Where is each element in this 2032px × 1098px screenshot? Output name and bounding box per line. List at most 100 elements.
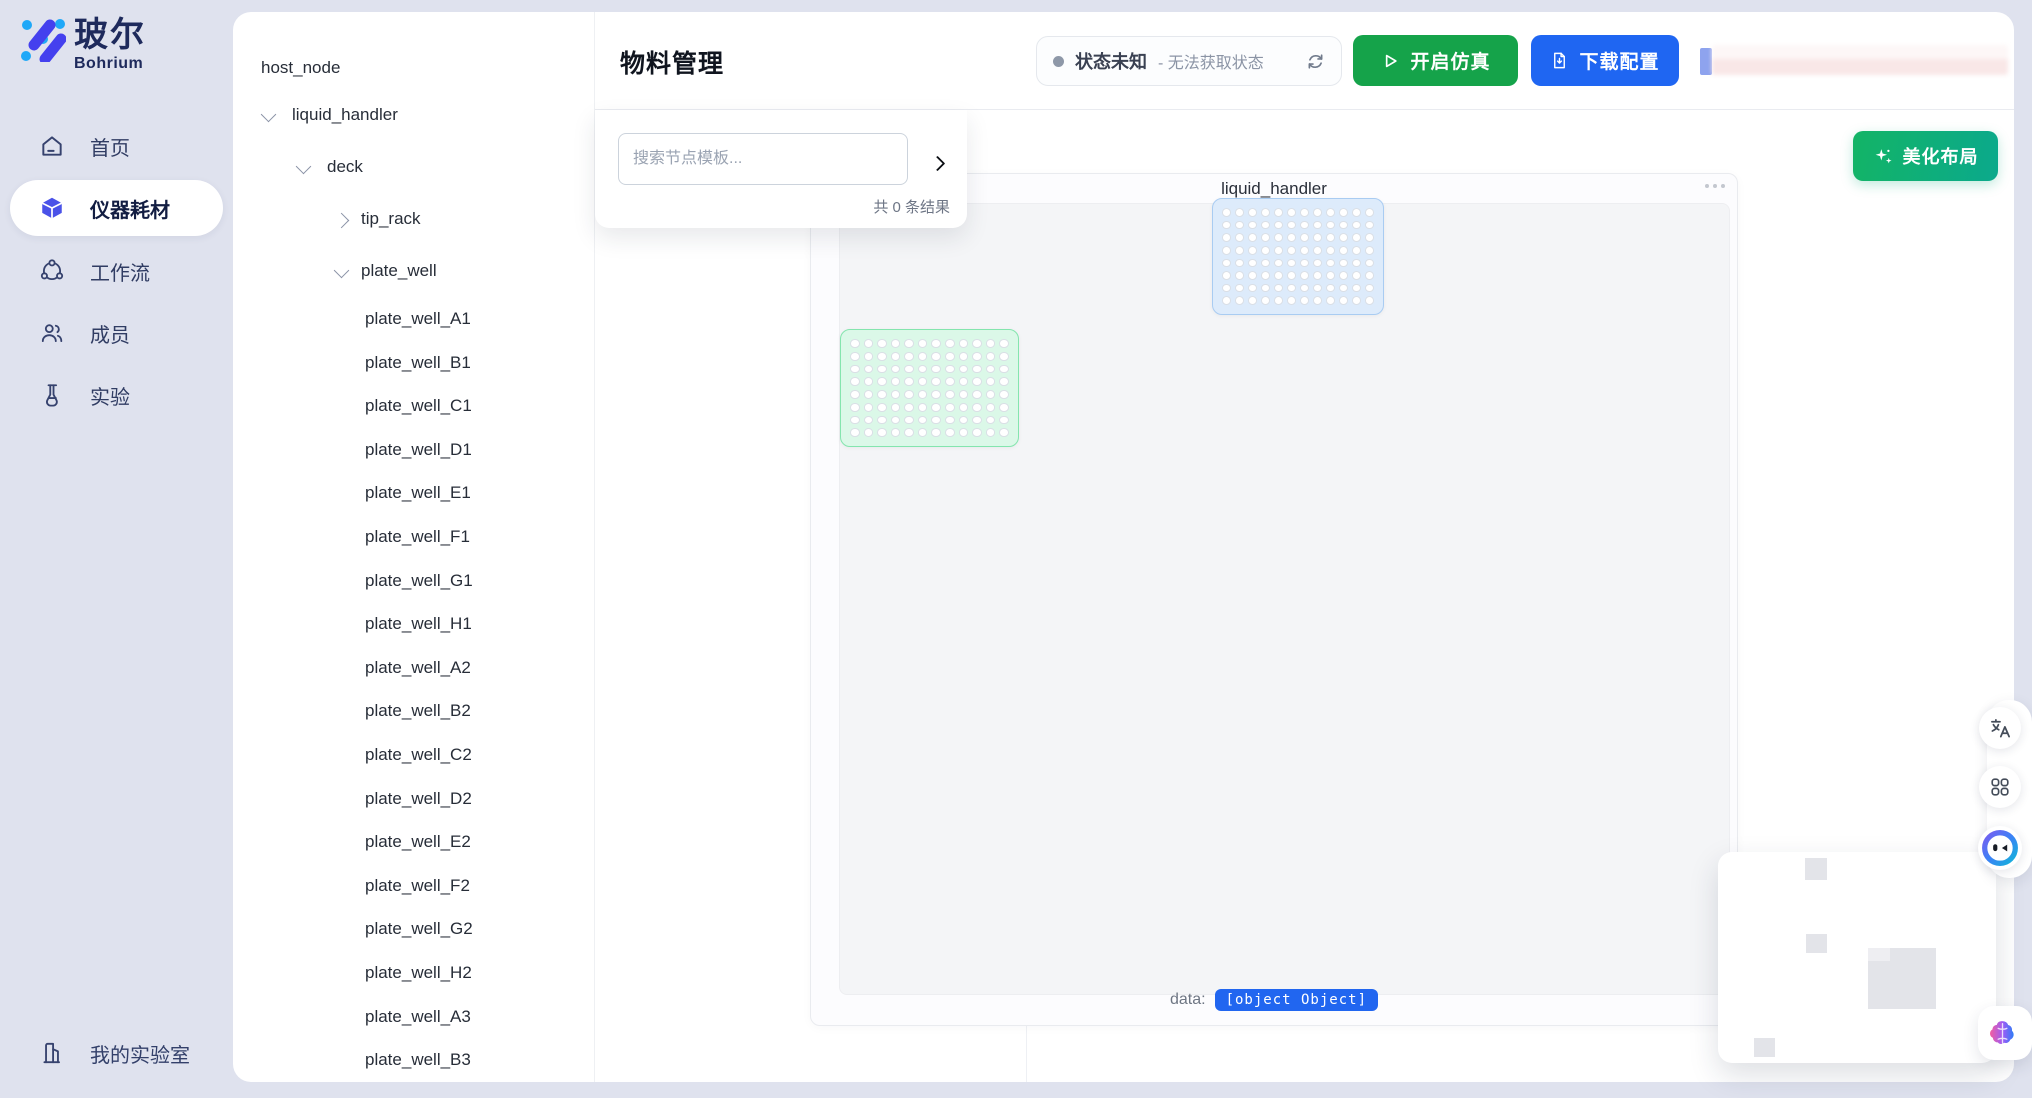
beautify-layout-button[interactable]: 美化布局 (1853, 131, 1998, 181)
home-icon (39, 133, 65, 159)
start-simulation-button[interactable]: 开启仿真 (1353, 35, 1518, 86)
well (877, 403, 887, 412)
well (918, 377, 928, 386)
brain-icon (1986, 1017, 2019, 1050)
plate-well-plate[interactable] (840, 329, 1019, 447)
sidebar-item-label: 实验 (90, 381, 130, 410)
well (1365, 221, 1374, 230)
well (1222, 259, 1231, 268)
well (1274, 296, 1283, 305)
chevron-down-icon[interactable] (296, 159, 312, 175)
translate-button[interactable] (1979, 707, 2021, 749)
well (1365, 296, 1374, 305)
sidebar-item-my-lab[interactable]: 我的实验室 (10, 1025, 223, 1081)
search-input[interactable] (618, 133, 908, 185)
well (1313, 221, 1322, 230)
well (972, 339, 982, 348)
tree-item-plate_well_B1[interactable]: plate_well_B1 (233, 351, 594, 379)
well (931, 403, 941, 412)
tree-item-label: host_node (261, 58, 340, 78)
well (904, 403, 914, 412)
well (1222, 296, 1231, 305)
well (1339, 233, 1348, 242)
tree-item-plate_well_B3[interactable]: plate_well_B3 (233, 1048, 594, 1076)
tree-item-plate_well_D2[interactable]: plate_well_D2 (233, 787, 594, 815)
tree-item-plate_well_A1[interactable]: plate_well_A1 (233, 307, 594, 335)
well (904, 416, 914, 425)
well (945, 365, 955, 374)
well (918, 365, 928, 374)
well (945, 416, 955, 425)
download-config-button[interactable]: 下载配置 (1531, 35, 1679, 86)
well (1326, 208, 1335, 217)
tree-item-label: plate_well_D2 (365, 789, 472, 809)
well (986, 416, 996, 425)
well (1287, 208, 1296, 217)
tree-item-plate_well[interactable]: plate_well (233, 259, 594, 287)
well (999, 416, 1009, 425)
sidebar-item-实验[interactable]: 实验 (10, 367, 223, 423)
tree-item-plate_well_G2[interactable]: plate_well_G2 (233, 917, 594, 945)
tree-item-plate_well_E2[interactable]: plate_well_E2 (233, 830, 594, 858)
chevron-down-icon[interactable] (334, 263, 350, 279)
tree-item-plate_well_A2[interactable]: plate_well_A2 (233, 656, 594, 684)
well (972, 352, 982, 361)
sidebar-item-成员[interactable]: 成员 (10, 305, 223, 361)
well (891, 339, 901, 348)
apps-grid-button[interactable] (1979, 766, 2021, 808)
data-value-pill[interactable]: [object Object] (1215, 989, 1378, 1011)
well (891, 365, 901, 374)
well (1326, 246, 1335, 255)
well (1300, 259, 1309, 268)
chevron-down-icon[interactable] (261, 107, 277, 123)
tree-item-label: plate_well_C1 (365, 396, 472, 416)
tip-rack-plate[interactable] (1212, 198, 1384, 315)
robot-assistant-icon (1981, 829, 2019, 867)
well (1222, 271, 1231, 280)
well (986, 339, 996, 348)
tip-rack-wells (1213, 199, 1383, 314)
tree-item-plate_well_H2[interactable]: plate_well_H2 (233, 961, 594, 989)
well (864, 416, 874, 425)
sidebar-item-仪器耗材[interactable]: 仪器耗材 (10, 180, 223, 236)
tree-item-plate_well_A3[interactable]: plate_well_A3 (233, 1005, 594, 1033)
well (1222, 221, 1231, 230)
tree-item-plate_well_C2[interactable]: plate_well_C2 (233, 743, 594, 771)
search-result-count: 共 0 条结果 (873, 196, 950, 217)
brain-assistant-button[interactable] (1978, 1006, 2032, 1060)
tree-item-plate_well_F1[interactable]: plate_well_F1 (233, 525, 594, 553)
chevron-right-icon[interactable] (334, 213, 350, 229)
expand-chevron-icon[interactable] (929, 154, 949, 174)
tree-item-plate_well_G1[interactable]: plate_well_G1 (233, 569, 594, 597)
well (891, 390, 901, 399)
minimap-node-block (1806, 934, 1827, 953)
tree-item-tip_rack[interactable]: tip_rack (233, 207, 594, 235)
refresh-icon[interactable] (1306, 52, 1325, 71)
tree-item-plate_well_E1[interactable]: plate_well_E1 (233, 481, 594, 509)
well (1274, 259, 1283, 268)
sidebar-item-首页[interactable]: 首页 (10, 118, 223, 174)
tree-item-plate_well_D1[interactable]: plate_well_D1 (233, 438, 594, 466)
well (1365, 259, 1374, 268)
sidebar-item-工作流[interactable]: 工作流 (10, 243, 223, 299)
tree-item-deck[interactable]: deck (233, 155, 594, 183)
well (850, 352, 860, 361)
tree-item-plate_well_F2[interactable]: plate_well_F2 (233, 874, 594, 902)
ai-assistant-button[interactable] (1978, 826, 2022, 870)
tree-item-plate_well_C1[interactable]: plate_well_C1 (233, 394, 594, 422)
well (1274, 246, 1283, 255)
well (891, 428, 901, 437)
well (972, 416, 982, 425)
well (999, 377, 1009, 386)
well (864, 365, 874, 374)
well (1261, 259, 1270, 268)
cube-icon (39, 195, 65, 221)
tree-item-plate_well_B2[interactable]: plate_well_B2 (233, 699, 594, 727)
tree-item-plate_well_H1[interactable]: plate_well_H1 (233, 612, 594, 640)
tree-item-host_node[interactable]: host_node (233, 56, 594, 84)
minimap[interactable] (1718, 852, 1996, 1063)
tree-item-liquid_handler[interactable]: liquid_handler (233, 103, 594, 131)
well (1287, 233, 1296, 242)
ellipsis-menu-icon[interactable] (1701, 176, 1729, 196)
well (1287, 259, 1296, 268)
